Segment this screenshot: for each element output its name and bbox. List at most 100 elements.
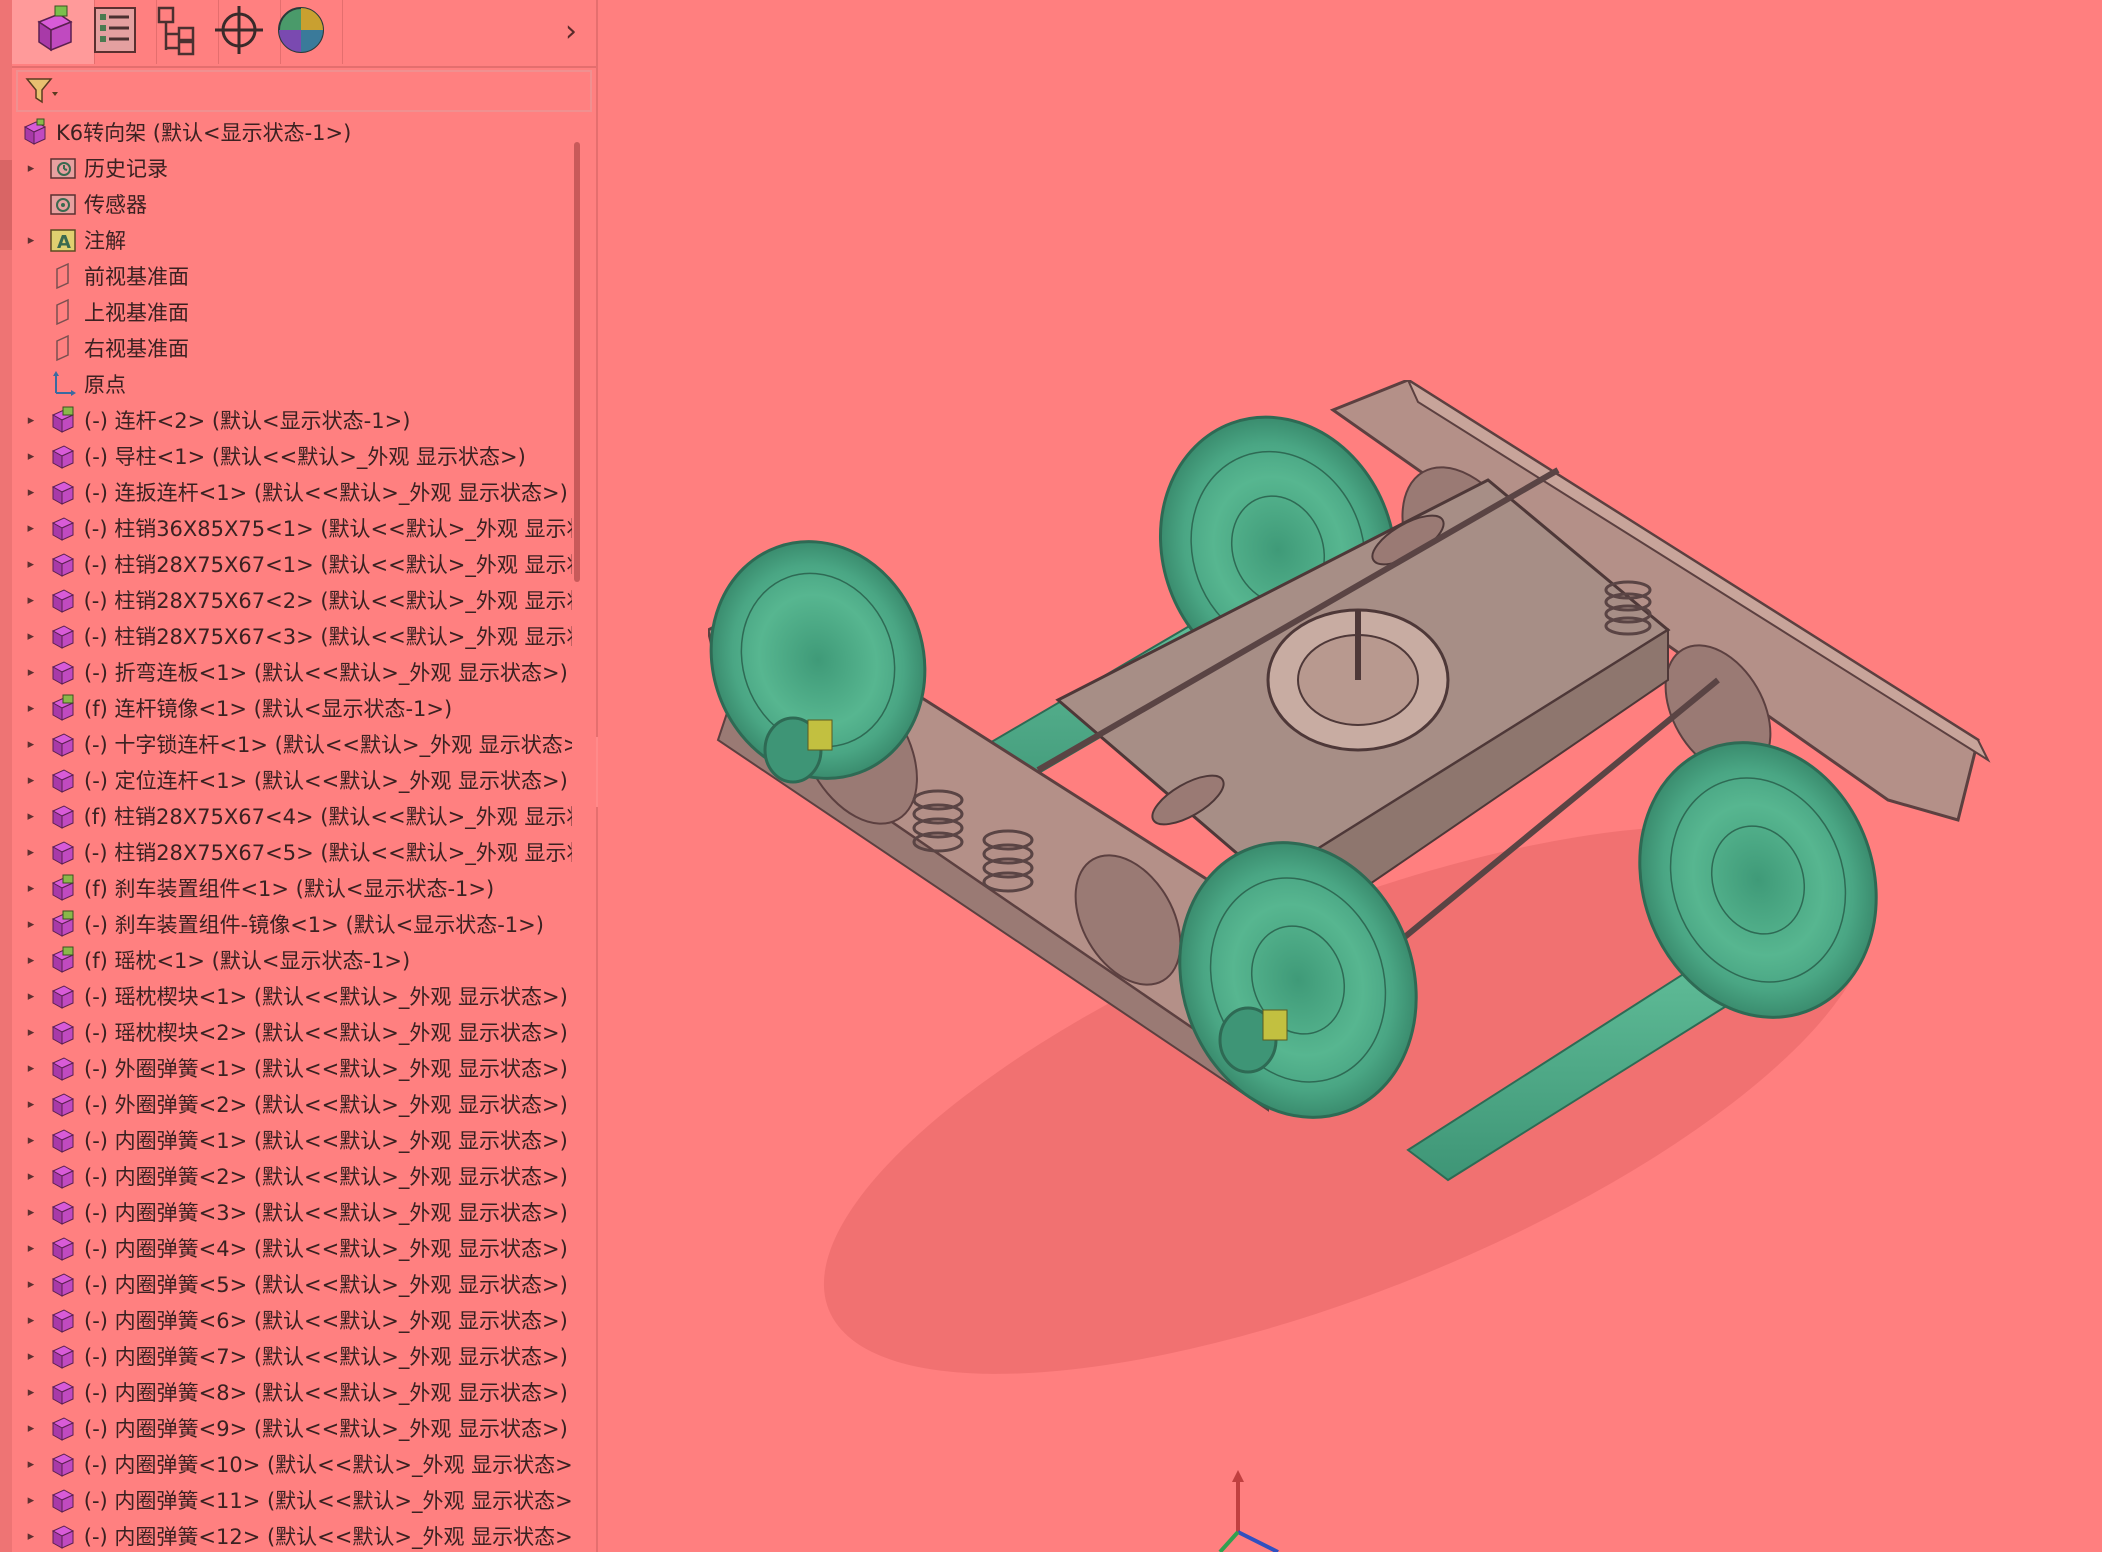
expand-arrow-icon[interactable]: ▸ (24, 1050, 38, 1086)
expand-arrow-icon[interactable]: ▸ (24, 402, 38, 438)
tree-item[interactable]: ▸ (-) 柱销36X85X75<1> (默认<<默认>_外观 显示状 (12, 510, 572, 546)
tree-item[interactable]: ▸ (-) 内圈弹簧<8> (默认<<默认>_外观 显示状态>) (12, 1374, 572, 1410)
expand-arrow-icon[interactable]: ▸ (24, 1266, 38, 1302)
tree-item[interactable]: ▸ (-) 柱销28X75X67<1> (默认<<默认>_外观 显示状 (12, 546, 572, 582)
tree-item[interactable]: ▸ (-) 内圈弹簧<6> (默认<<默认>_外观 显示状态>) (12, 1302, 572, 1338)
tree-item[interactable]: ▸ (f) 连杆镜像<1> (默认<显示状态-1>) (12, 690, 572, 726)
expand-arrow-icon[interactable]: ▸ (24, 1410, 38, 1446)
tree-item[interactable]: ▸ (f) 刹车装置组件<1> (默认<显示状态-1>) (12, 870, 572, 906)
expand-arrow-icon[interactable]: ▸ (24, 1482, 38, 1518)
expand-arrow-icon[interactable]: ▸ (24, 906, 38, 942)
expand-arrow-icon[interactable]: ▸ (24, 1518, 38, 1552)
expand-arrow-icon[interactable]: ▸ (24, 582, 38, 618)
tree-item[interactable]: ▸ (-) 外圈弹簧<1> (默认<<默认>_外观 显示状态>) (12, 1050, 572, 1086)
expand-arrow-icon[interactable]: ▸ (24, 510, 38, 546)
tree-item-label: 前视基准面 (84, 265, 189, 289)
tab-more-arrow[interactable]: › (556, 12, 586, 52)
expand-arrow-icon[interactable]: ▸ (24, 1446, 38, 1482)
expand-arrow-icon[interactable]: ▸ (24, 1014, 38, 1050)
tree-item[interactable]: ▸ (-) 内圈弹簧<3> (默认<<默认>_外观 显示状态>) (12, 1194, 572, 1230)
expand-arrow-icon[interactable]: ▸ (24, 1158, 38, 1194)
part-icon (48, 513, 78, 543)
tree-item-label: (f) 柱销28X75X67<4> (默认<<默认>_外观 显示状 (83, 805, 572, 829)
tree-item-label: (-) 内圈弹簧<11> (默认<<默认>_外观 显示状态>) (83, 1489, 572, 1513)
tree-item[interactable]: ▸ (f) 柱销28X75X67<4> (默认<<默认>_外观 显示状 (12, 798, 572, 834)
tree-item[interactable]: ▸前视基准面 (12, 258, 572, 294)
tree-item[interactable]: ▸ (-) 外圈弹簧<2> (默认<<默认>_外观 显示状态>) (12, 1086, 572, 1122)
tree-item[interactable]: ▸ (-) 瑶枕楔块<1> (默认<<默认>_外观 显示状态>) (12, 978, 572, 1014)
expand-arrow-icon[interactable]: ▸ (24, 618, 38, 654)
tree-scrollbar[interactable] (574, 142, 580, 582)
tree-item-label: (-) 柱销28X75X67<1> (默认<<默认>_外观 显示状 (83, 553, 572, 577)
tab-display-manager[interactable] (260, 0, 343, 64)
part-icon (48, 1269, 78, 1299)
subassembly-icon (48, 693, 78, 723)
expand-arrow-icon[interactable]: ▸ (24, 1086, 38, 1122)
tree-item[interactable]: ▸ (-) 柱销28X75X67<2> (默认<<默认>_外观 显示状 (12, 582, 572, 618)
expand-arrow-icon[interactable]: ▸ (24, 978, 38, 1014)
expand-arrow-icon[interactable]: ▸ (24, 690, 38, 726)
expand-arrow-icon[interactable]: ▸ (24, 1122, 38, 1158)
expand-arrow-icon[interactable]: ▸ (24, 1338, 38, 1374)
tree-item[interactable]: ▸上视基准面 (12, 294, 572, 330)
tree-item[interactable]: ▸ (-) 内圈弹簧<4> (默认<<默认>_外观 显示状态>) (12, 1230, 572, 1266)
tree-item-label: (-) 折弯连板<1> (默认<<默认>_外观 显示状态>) (84, 661, 568, 685)
tree-item[interactable]: ▸ (-) 十字锁连杆<1> (默认<<默认>_外观 显示状态> (12, 726, 572, 762)
expand-arrow-icon[interactable]: ▸ (24, 762, 38, 798)
history-folder-icon (48, 153, 78, 183)
expand-arrow-icon[interactable]: ▸ (24, 942, 38, 978)
tree-item[interactable]: ▸ (-) 定位连杆<1> (默认<<默认>_外观 显示状态>) (12, 762, 572, 798)
tree-item[interactable]: ▸ (-) 内圈弹簧<7> (默认<<默认>_外观 显示状态>) (12, 1338, 572, 1374)
graphics-viewport[interactable] (598, 0, 2102, 1552)
tree-item[interactable]: ▸ (-) 导柱<1> (默认<<默认>_外观 显示状态>) (12, 438, 572, 474)
expand-arrow-icon[interactable]: ▸ (24, 798, 38, 834)
tree-item[interactable]: ▸右视基准面 (12, 330, 572, 366)
tree-item[interactable]: ▸ (-) 内圈弹簧<2> (默认<<默认>_外观 显示状态>) (12, 1158, 572, 1194)
expand-arrow-icon[interactable]: ▸ (24, 1194, 38, 1230)
part-icon (48, 1233, 78, 1263)
expand-arrow-icon[interactable]: ▸ (24, 546, 38, 582)
crosshair-icon (211, 2, 267, 62)
part-icon (48, 1413, 78, 1443)
tree-item[interactable]: ▸ (-) 内圈弹簧<1> (默认<<默认>_外观 显示状态>) (12, 1122, 572, 1158)
expand-arrow-icon[interactable]: ▸ (24, 438, 38, 474)
expand-arrow-icon[interactable]: ▸ (24, 1302, 38, 1338)
tree-item[interactable]: ▸ (-) 瑶枕楔块<2> (默认<<默认>_外观 显示状态>) (12, 1014, 572, 1050)
tree-item[interactable]: ▸ (-) 内圈弹簧<12> (默认<<默认>_外观 显示状态>) (12, 1518, 572, 1552)
expand-arrow-icon[interactable]: ▸ (24, 1374, 38, 1410)
tree-item-label: (-) 连杆<2> (默认<显示状态-1>) (84, 409, 411, 433)
tree-item[interactable]: ▸原点 (12, 366, 572, 402)
bogie-assembly-model[interactable] (708, 380, 2008, 1400)
tree-item[interactable]: ▸ A 注解 (12, 222, 572, 258)
tree-item-label: (-) 内圈弹簧<8> (默认<<默认>_外观 显示状态>) (84, 1381, 568, 1405)
expand-arrow-icon[interactable]: ▸ (24, 654, 38, 690)
expand-arrow-icon[interactable]: ▸ (24, 726, 38, 762)
tree-item[interactable]: ▸ (-) 内圈弹簧<9> (默认<<默认>_外观 显示状态>) (12, 1410, 572, 1446)
tree-item[interactable]: ▸ (-) 柱销28X75X67<5> (默认<<默认>_外观 显示状 (12, 834, 572, 870)
filter-funnel-icon[interactable] (24, 76, 60, 106)
part-icon (48, 657, 78, 687)
expand-arrow-icon[interactable]: ▸ (24, 150, 38, 186)
tree-root[interactable]: K6转向架 (默认<显示状态-1>) (12, 114, 572, 150)
tree-item[interactable]: ▸ (-) 折弯连板<1> (默认<<默认>_外观 显示状态>) (12, 654, 572, 690)
tree-filter-bar[interactable] (16, 70, 592, 112)
tree-item[interactable]: ▸ (-) 内圈弹簧<10> (默认<<默认>_外观 显示状态>) (12, 1446, 572, 1482)
part-icon (48, 1017, 78, 1047)
tree-item[interactable]: ▸ (-) 刹车装置组件-镜像<1> (默认<显示状态-1>) (12, 906, 572, 942)
expand-arrow-icon[interactable]: ▸ (24, 474, 38, 510)
expand-arrow-icon[interactable]: ▸ (24, 1230, 38, 1266)
tree-item[interactable]: ▸ 历史记录 (12, 150, 572, 186)
tree-item[interactable]: ▸ (-) 连杆<2> (默认<显示状态-1>) (12, 402, 572, 438)
tree-item[interactable]: ▸ (-) 内圈弹簧<11> (默认<<默认>_外观 显示状态>) (12, 1482, 572, 1518)
expand-arrow-icon[interactable]: ▸ (24, 222, 38, 258)
expand-arrow-icon[interactable]: ▸ (24, 834, 38, 870)
tree-item[interactable]: ▸传感器 (12, 186, 572, 222)
tree-item[interactable]: ▸ (f) 瑶枕<1> (默认<显示状态-1>) (12, 942, 572, 978)
expand-arrow-icon[interactable]: ▸ (24, 870, 38, 906)
tree-item[interactable]: ▸ (-) 柱销28X75X67<3> (默认<<默认>_外观 显示状 (12, 618, 572, 654)
subassembly-icon (48, 945, 78, 975)
part-icon (48, 1377, 78, 1407)
subassembly-icon (48, 909, 78, 939)
tree-item[interactable]: ▸ (-) 连扳连杆<1> (默认<<默认>_外观 显示状态>) (12, 474, 572, 510)
tree-item[interactable]: ▸ (-) 内圈弹簧<5> (默认<<默认>_外观 显示状态>) (12, 1266, 572, 1302)
